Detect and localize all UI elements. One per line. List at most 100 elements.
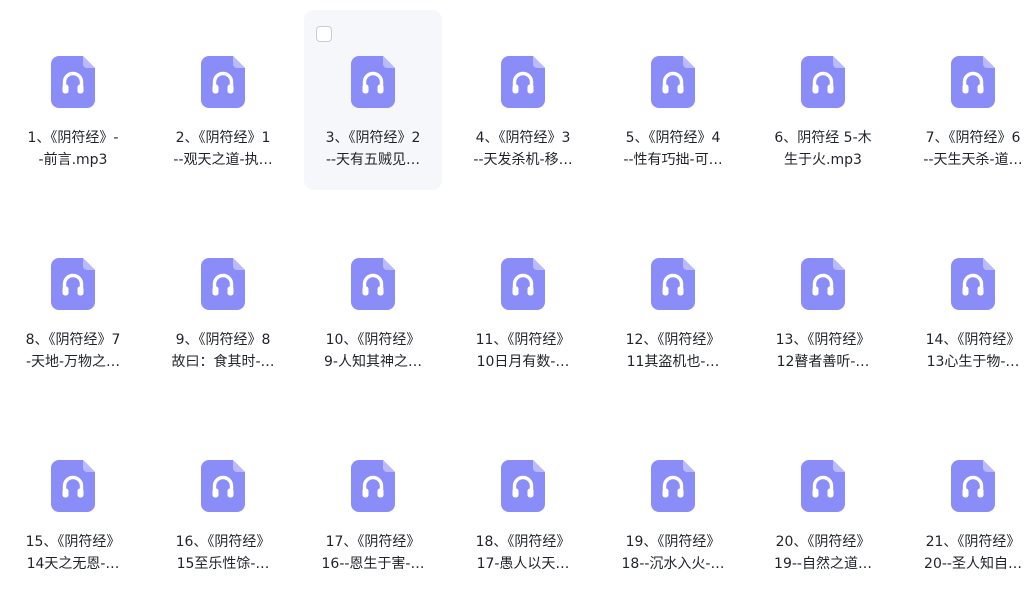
file-name: 12、《阴符经》 11其盗机也-…	[610, 329, 736, 373]
file-name-line-2: 9-人知其神之…	[324, 354, 422, 370]
file-name-line-1: 9、《阴符经》8	[175, 332, 271, 348]
file-name: 9、《阴符经》8 故曰：食其时-…	[160, 329, 286, 373]
file-name-line-1: 5、《阴符经》4	[625, 130, 721, 146]
file-name-line-2: 15至乐性馀-…	[176, 556, 270, 572]
file-name-line-2: 10日月有数-…	[476, 354, 570, 370]
headphones-audio-file-icon	[951, 460, 995, 512]
file-name: 7、《阴符经》6 --天生天杀-道…	[910, 127, 1025, 171]
file-name-line-1: 11、《阴符经》	[475, 332, 571, 348]
file-tile-12[interactable]: 12、《阴符经》 11其盗机也-…	[604, 212, 742, 392]
headphones-audio-file-icon	[351, 460, 395, 512]
file-name-line-2: --观天之道-执…	[173, 152, 273, 168]
headphones-audio-file-icon	[51, 258, 95, 310]
file-name-line-1: 7、《阴符经》6	[925, 130, 1021, 146]
file-name: 11、《阴符经》 10日月有数-…	[460, 329, 586, 373]
headphones-audio-file-icon	[801, 460, 845, 512]
headphones-audio-file-icon	[651, 258, 695, 310]
headphones-audio-file-icon	[951, 56, 995, 108]
file-name: 10、《阴符经》 9-人知其神之…	[310, 329, 436, 373]
file-name-line-2: --性有巧拙-可…	[623, 152, 723, 168]
file-tile-1[interactable]: 1、《阴符经》- -前言.mp3	[4, 10, 142, 190]
file-tile-9[interactable]: 9、《阴符经》8 故曰：食其时-…	[154, 212, 292, 392]
file-name-line-1: 1、《阴符经》-	[27, 130, 119, 146]
file-tile-20[interactable]: 20、《阴符经》 19--自然之道…	[754, 414, 892, 592]
headphones-audio-file-icon	[501, 460, 545, 512]
file-tile-14[interactable]: 14、《阴符经》 13心生于物-…	[904, 212, 1025, 392]
file-name: 18、《阴符经》 17-愚人以天…	[460, 531, 586, 575]
file-tile-7[interactable]: 7、《阴符经》6 --天生天杀-道…	[904, 10, 1025, 190]
file-name-line-2: 19--自然之道…	[774, 556, 872, 572]
headphones-audio-file-icon	[801, 56, 845, 108]
select-checkbox[interactable]	[316, 26, 332, 42]
file-name-line-1: 8、《阴符经》7	[25, 332, 121, 348]
file-name-line-1: 17、《阴符经》	[325, 534, 421, 550]
file-name-line-2: --天生天杀-道…	[923, 152, 1023, 168]
headphones-audio-file-icon	[201, 460, 245, 512]
file-name-line-2: 生于火.mp3	[784, 152, 862, 168]
file-tile-8[interactable]: 8、《阴符经》7 -天地-万物之…	[4, 212, 142, 392]
file-tile-6[interactable]: 6、阴符经 5-木 生于火.mp3	[754, 10, 892, 190]
file-name: 15、《阴符经》 14天之无恩-…	[10, 531, 136, 575]
file-tile-10[interactable]: 10、《阴符经》 9-人知其神之…	[304, 212, 442, 392]
headphones-audio-file-icon	[501, 258, 545, 310]
file-name-line-2: --天发杀机-移…	[473, 152, 573, 168]
file-tile-3[interactable]: 3、《阴符经》2 --天有五贼见…	[304, 10, 442, 190]
file-name: 19、《阴符经》 18--沉水入火-…	[610, 531, 736, 575]
file-grid: 1、《阴符经》- -前言.mp3 2、《阴符经》1 --观天之道-执… 3、《阴…	[0, 0, 1025, 592]
file-name: 16、《阴符经》 15至乐性馀-…	[160, 531, 286, 575]
headphones-audio-file-icon	[51, 56, 95, 108]
file-tile-15[interactable]: 15、《阴符经》 14天之无恩-…	[4, 414, 142, 592]
file-name-line-2: 18--沉水入火-…	[621, 556, 725, 572]
file-name-line-2: 12瞽者善听-…	[776, 354, 870, 370]
file-name: 3、《阴符经》2 --天有五贼见…	[310, 127, 436, 171]
file-name-line-1: 6、阴符经 5-木	[774, 130, 872, 146]
file-name-line-1: 19、《阴符经》	[625, 534, 721, 550]
file-tile-21[interactable]: 21、《阴符经》 20--圣人知自…	[904, 414, 1025, 592]
file-name: 20、《阴符经》 19--自然之道…	[760, 531, 886, 575]
headphones-audio-file-icon	[201, 56, 245, 108]
file-name: 8、《阴符经》7 -天地-万物之…	[10, 329, 136, 373]
headphones-audio-file-icon	[351, 56, 395, 108]
file-name-line-1: 21、《阴符经》	[925, 534, 1021, 550]
file-tile-17[interactable]: 17、《阴符经》 16--恩生于害-…	[304, 414, 442, 592]
file-name-line-1: 16、《阴符经》	[175, 534, 271, 550]
file-tile-16[interactable]: 16、《阴符经》 15至乐性馀-…	[154, 414, 292, 592]
headphones-audio-file-icon	[501, 56, 545, 108]
headphones-audio-file-icon	[801, 258, 845, 310]
file-name: 2、《阴符经》1 --观天之道-执…	[160, 127, 286, 171]
file-name-line-1: 12、《阴符经》	[625, 332, 721, 348]
headphones-audio-file-icon	[651, 460, 695, 512]
file-tile-19[interactable]: 19、《阴符经》 18--沉水入火-…	[604, 414, 742, 592]
file-name-line-2: --天有五贼见…	[325, 152, 421, 168]
file-name: 5、《阴符经》4 --性有巧拙-可…	[610, 127, 736, 171]
file-name-line-1: 4、《阴符经》3	[475, 130, 571, 146]
file-name-line-1: 15、《阴符经》	[25, 534, 121, 550]
file-name-line-2: -前言.mp3	[38, 152, 108, 168]
file-tile-4[interactable]: 4、《阴符经》3 --天发杀机-移…	[454, 10, 592, 190]
file-name-line-1: 14、《阴符经》	[925, 332, 1021, 348]
file-name: 1、《阴符经》- -前言.mp3	[10, 127, 136, 171]
file-name-line-1: 20、《阴符经》	[775, 534, 871, 550]
file-tile-11[interactable]: 11、《阴符经》 10日月有数-…	[454, 212, 592, 392]
file-name-line-2: 20--圣人知自…	[924, 556, 1022, 572]
file-name-line-2: 11其盗机也-…	[626, 354, 720, 370]
headphones-audio-file-icon	[51, 460, 95, 512]
file-tile-13[interactable]: 13、《阴符经》 12瞽者善听-…	[754, 212, 892, 392]
file-name: 13、《阴符经》 12瞽者善听-…	[760, 329, 886, 373]
file-name-line-2: 16--恩生于害-…	[321, 556, 425, 572]
file-tile-18[interactable]: 18、《阴符经》 17-愚人以天…	[454, 414, 592, 592]
file-name: 21、《阴符经》 20--圣人知自…	[910, 531, 1025, 575]
file-tile-2[interactable]: 2、《阴符经》1 --观天之道-执…	[154, 10, 292, 190]
file-name-line-1: 3、《阴符经》2	[325, 130, 421, 146]
file-name-line-2: 13心生于物-…	[926, 354, 1020, 370]
headphones-audio-file-icon	[201, 258, 245, 310]
file-tile-5[interactable]: 5、《阴符经》4 --性有巧拙-可…	[604, 10, 742, 190]
file-name: 4、《阴符经》3 --天发杀机-移…	[460, 127, 586, 171]
headphones-audio-file-icon	[351, 258, 395, 310]
file-name-line-2: 17-愚人以天…	[476, 556, 570, 572]
file-name-line-1: 10、《阴符经》	[325, 332, 421, 348]
file-name: 14、《阴符经》 13心生于物-…	[910, 329, 1025, 373]
file-name-line-1: 13、《阴符经》	[775, 332, 871, 348]
file-name: 6、阴符经 5-木 生于火.mp3	[760, 127, 886, 171]
file-name-line-1: 18、《阴符经》	[475, 534, 571, 550]
